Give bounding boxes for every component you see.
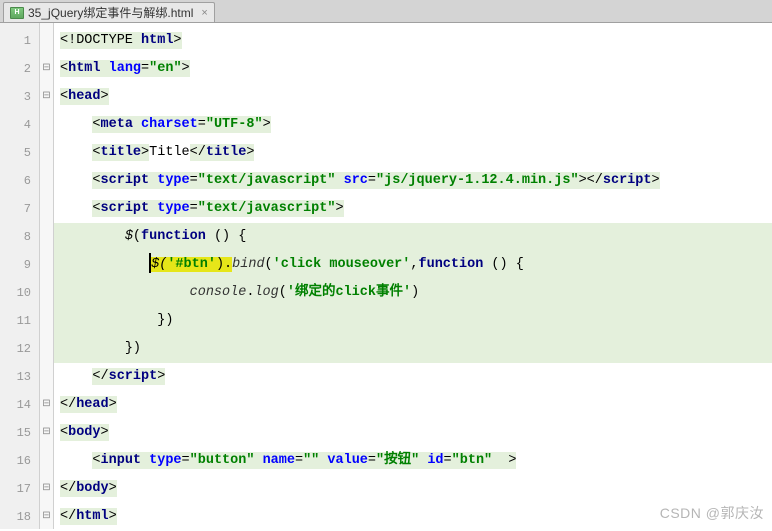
code-line[interactable]: </head> bbox=[54, 391, 772, 419]
line-number: 7 bbox=[0, 195, 39, 223]
line-number: 16 bbox=[0, 447, 39, 475]
line-number: 15 bbox=[0, 419, 39, 447]
code-line[interactable]: </html> bbox=[54, 503, 772, 531]
line-number-gutter: 1 2 3 4 5 6 7 8 9 10 11 12 13 14 15 16 1… bbox=[0, 23, 40, 529]
file-tab[interactable]: H 35_jQuery绑定事件与解绑.html × bbox=[3, 2, 215, 22]
code-line[interactable]: <html lang="en"> bbox=[54, 55, 772, 83]
code-line[interactable]: <meta charset="UTF-8"> bbox=[54, 111, 772, 139]
code-line[interactable]: }) bbox=[54, 307, 772, 335]
code-line[interactable]: <head> bbox=[54, 83, 772, 111]
line-number: 11 bbox=[0, 307, 39, 335]
line-number: 2 bbox=[0, 55, 39, 83]
line-number: 10 bbox=[0, 279, 39, 307]
close-icon[interactable]: × bbox=[201, 7, 207, 19]
tab-bar: H 35_jQuery绑定事件与解绑.html × bbox=[0, 0, 772, 23]
line-number: 8 bbox=[0, 223, 39, 251]
code-line[interactable]: console.log('绑定的click事件') bbox=[54, 279, 772, 307]
fold-gutter: ⊟⊟⊟⊟⊟⊟ bbox=[40, 23, 54, 529]
html-file-icon: H bbox=[10, 7, 24, 19]
line-number: 17 bbox=[0, 475, 39, 503]
line-number: 5 bbox=[0, 139, 39, 167]
code-line[interactable]: <!DOCTYPE html> bbox=[54, 27, 772, 55]
line-number: 12 bbox=[0, 335, 39, 363]
line-number: 9 bbox=[0, 251, 39, 279]
line-number: 14 bbox=[0, 391, 39, 419]
line-number: 18 bbox=[0, 503, 39, 531]
code-line[interactable]: <script type="text/javascript" src="js/j… bbox=[54, 167, 772, 195]
code-line[interactable]: }) bbox=[54, 335, 772, 363]
code-line[interactable]: </script> bbox=[54, 363, 772, 391]
line-number: 4 bbox=[0, 111, 39, 139]
code-line[interactable]: $('#btn').bind('click mouseover',functio… bbox=[54, 251, 772, 279]
code-line[interactable]: <body> bbox=[54, 419, 772, 447]
code-line[interactable]: </body> bbox=[54, 475, 772, 503]
code-editor[interactable]: 1 2 3 4 5 6 7 8 9 10 11 12 13 14 15 16 1… bbox=[0, 23, 772, 529]
code-line[interactable]: <title>Title</title> bbox=[54, 139, 772, 167]
code-line[interactable]: $(function () { bbox=[54, 223, 772, 251]
code-line[interactable]: <input type="button" name="" value="按钮" … bbox=[54, 447, 772, 475]
tab-filename: 35_jQuery绑定事件与解绑.html bbox=[28, 4, 193, 21]
line-number: 6 bbox=[0, 167, 39, 195]
code-line[interactable]: <script type="text/javascript"> bbox=[54, 195, 772, 223]
line-number: 1 bbox=[0, 27, 39, 55]
line-number: 13 bbox=[0, 363, 39, 391]
line-number: 3 bbox=[0, 83, 39, 111]
code-content[interactable]: <!DOCTYPE html> <html lang="en"> <head> … bbox=[54, 23, 772, 529]
